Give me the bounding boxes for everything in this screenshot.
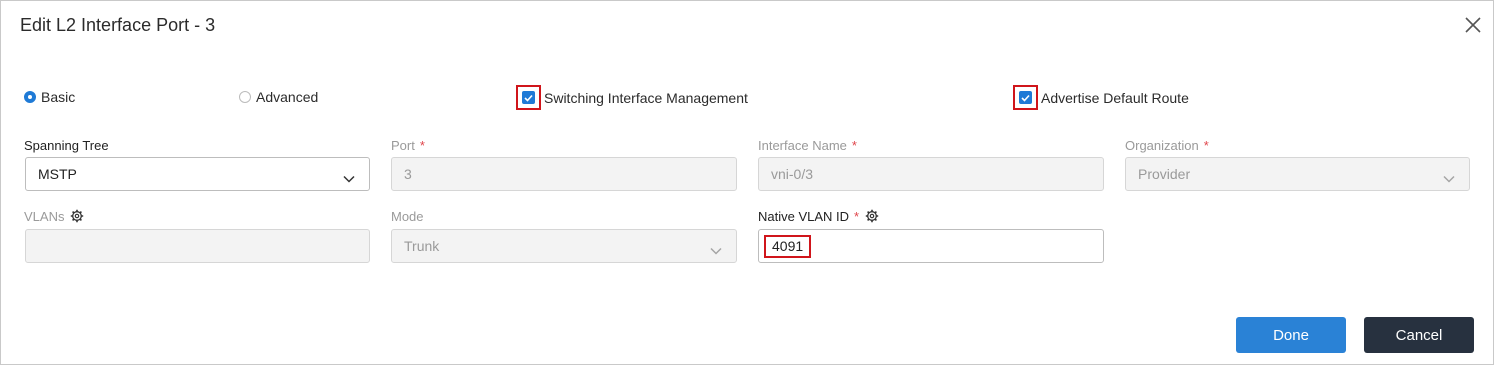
required-mark: *: [854, 208, 860, 224]
organization-select: Provider: [1125, 157, 1470, 191]
organization-label: Organization *: [1125, 137, 1209, 153]
cancel-button[interactable]: Cancel: [1364, 317, 1474, 353]
radio-basic-label: Basic: [41, 89, 76, 105]
radio-advanced[interactable]: Advanced: [239, 88, 318, 106]
radio-selected-indicator: [24, 91, 36, 103]
dialog-title: Edit L2 Interface Port - 3: [20, 15, 216, 35]
advertise-default-route-label: Advertise Default Route: [1041, 89, 1189, 106]
chevron-down-icon: [1443, 170, 1455, 186]
interface-name-input: vni-0/3: [758, 157, 1104, 191]
highlight-frame: [1013, 85, 1038, 110]
port-input: 3: [391, 157, 737, 191]
native-vlan-id-value: 4091: [764, 234, 812, 258]
vlans-label: VLANs: [24, 208, 84, 224]
spanning-tree-select[interactable]: MSTP: [25, 157, 370, 191]
vlans-input: [25, 229, 370, 263]
highlight-frame: [516, 85, 541, 110]
radio-basic[interactable]: Basic: [24, 88, 75, 106]
close-icon[interactable]: [1463, 15, 1483, 35]
radio-advanced-label: Advanced: [256, 89, 319, 105]
radio-unselected-indicator: [239, 91, 251, 103]
mode-select: Trunk: [391, 229, 737, 263]
checkbox-checked[interactable]: [522, 91, 535, 104]
required-mark: *: [1203, 137, 1209, 153]
checkbox-checked[interactable]: [1019, 91, 1032, 104]
required-mark: *: [419, 137, 425, 153]
mode-label: Mode: [391, 208, 424, 224]
switching-interface-management-checkbox[interactable]: Switching Interface Management: [516, 85, 748, 110]
interface-name-label: Interface Name *: [758, 137, 857, 153]
port-label: Port *: [391, 137, 425, 153]
edit-l2-interface-dialog: Edit L2 Interface Port - 3 Basic Advance…: [0, 0, 1494, 365]
spanning-tree-label: Spanning Tree: [24, 137, 109, 153]
switching-interface-management-label: Switching Interface Management: [544, 89, 748, 106]
done-button[interactable]: Done: [1236, 317, 1346, 353]
gear-icon[interactable]: [865, 209, 879, 223]
gear-icon[interactable]: [70, 209, 84, 223]
native-vlan-id-input[interactable]: 4091: [758, 229, 1104, 263]
chevron-down-icon: [710, 242, 722, 258]
checkmark-icon: [1021, 94, 1030, 102]
advertise-default-route-checkbox[interactable]: Advertise Default Route: [1013, 85, 1189, 110]
required-mark: *: [851, 137, 857, 153]
chevron-down-icon: [343, 170, 355, 186]
native-vlan-id-label: Native VLAN ID *: [758, 208, 879, 224]
checkmark-icon: [524, 94, 533, 102]
